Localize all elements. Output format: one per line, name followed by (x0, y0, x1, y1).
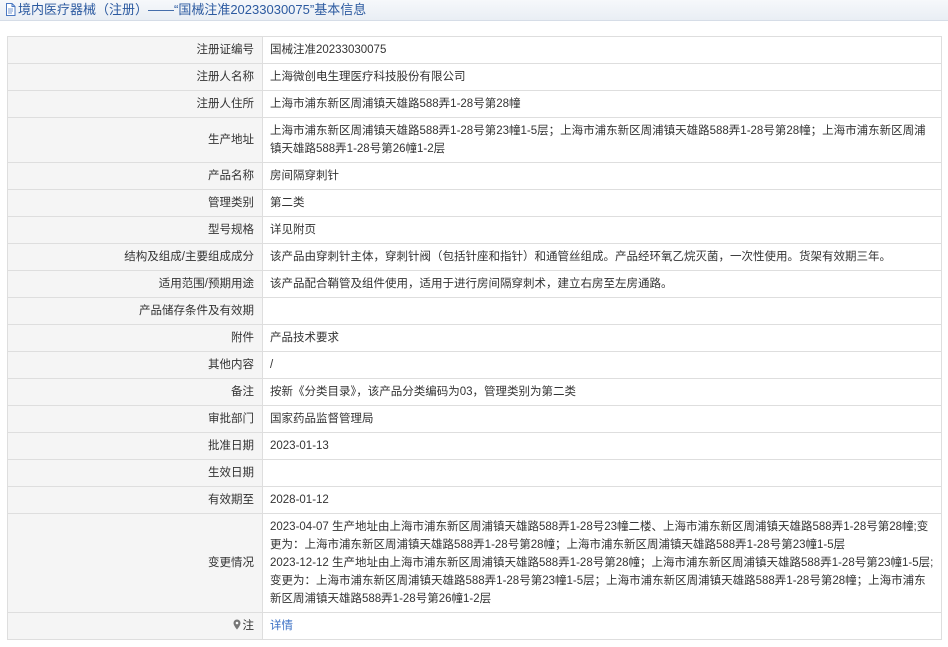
row-intended-use: 适用范围/预期用途 该产品配合鞘管及组件使用，适用于进行房间隔穿刺术，建立右房至… (7, 270, 942, 298)
storage-conditions-value (262, 297, 942, 325)
remarks-value: 按新《分类目录》，该产品分类编码为03，管理类别为第二类 (262, 378, 942, 406)
registrant-name-label: 注册人名称 (7, 63, 263, 91)
intended-use-value: 该产品配合鞘管及组件使用，适用于进行房间隔穿刺术，建立右房至左房通路。 (262, 270, 942, 298)
change-entry: 2023-04-07 生产地址由上海市浦东新区周浦镇天雄路588弄1-28号23… (270, 521, 929, 551)
valid-until-label: 有效期至 (7, 486, 263, 514)
model-spec-value: 详见附页 (262, 216, 942, 244)
production-address-label: 生产地址 (7, 117, 263, 163)
row-effective-date: 生效日期 (7, 459, 942, 487)
model-spec-label: 型号规格 (7, 216, 263, 244)
change-history-label: 变更情况 (7, 513, 263, 613)
row-attachment: 附件 产品技术要求 (7, 324, 942, 352)
note-label: 注 (7, 612, 263, 640)
change-entry: 2023-12-12 生产地址由上海市浦东新区周浦镇天雄路588弄1-28号第2… (270, 557, 934, 605)
note-value: 详情 (262, 612, 942, 640)
row-model-spec: 型号规格 详见附页 (7, 216, 942, 244)
registrant-address-value: 上海市浦东新区周浦镇天雄路588弄1-28号第28幢 (262, 90, 942, 118)
product-name-label: 产品名称 (7, 162, 263, 190)
row-storage-conditions: 产品储存条件及有效期 (7, 297, 942, 325)
intended-use-label: 适用范围/预期用途 (7, 270, 263, 298)
registration-number-label: 注册证编号 (7, 36, 263, 64)
valid-until-value: 2028-01-12 (262, 486, 942, 514)
management-category-value: 第二类 (262, 189, 942, 217)
row-other-content: 其他内容 / (7, 351, 942, 379)
effective-date-value (262, 459, 942, 487)
production-address-value: 上海市浦东新区周浦镇天雄路588弄1-28号第23幢1-5层；上海市浦东新区周浦… (262, 117, 942, 163)
approval-date-label: 批准日期 (7, 432, 263, 460)
approval-department-label: 审批部门 (7, 405, 263, 433)
row-remarks: 备注 按新《分类目录》，该产品分类编码为03，管理类别为第二类 (7, 378, 942, 406)
other-content-label: 其他内容 (7, 351, 263, 379)
management-category-label: 管理类别 (7, 189, 263, 217)
row-change-history: 变更情况 2023-04-07 生产地址由上海市浦东新区周浦镇天雄路588弄1-… (7, 513, 942, 613)
row-production-address: 生产地址 上海市浦东新区周浦镇天雄路588弄1-28号第23幢1-5层；上海市浦… (7, 117, 942, 163)
row-registrant-name: 注册人名称 上海微创电生理医疗科技股份有限公司 (7, 63, 942, 91)
product-name-value: 房间隔穿刺针 (262, 162, 942, 190)
row-approval-department: 审批部门 国家药品监督管理局 (7, 405, 942, 433)
row-valid-until: 有效期至 2028-01-12 (7, 486, 942, 514)
page-header: 境内医疗器械（注册）——“国械注准20233030075”基本信息 (0, 0, 948, 21)
structure-composition-value: 该产品由穿刺针主体，穿刺针阀（包括针座和指针）和通管丝组成。产品经环氧乙烷灭菌，… (262, 243, 942, 271)
attachment-value: 产品技术要求 (262, 324, 942, 352)
row-registrant-address: 注册人住所 上海市浦东新区周浦镇天雄路588弄1-28号第28幢 (7, 90, 942, 118)
other-content-value: / (262, 351, 942, 379)
map-pin-icon (233, 619, 241, 630)
structure-composition-label: 结构及组成/主要组成成分 (7, 243, 263, 271)
registration-info-table: 注册证编号 国械注准20233030075 注册人名称 上海微创电生理医疗科技股… (7, 36, 942, 640)
row-management-category: 管理类别 第二类 (7, 189, 942, 217)
details-link[interactable]: 详情 (270, 620, 293, 632)
storage-conditions-label: 产品储存条件及有效期 (7, 297, 263, 325)
note-label-text: 注 (242, 620, 255, 632)
registrant-address-label: 注册人住所 (7, 90, 263, 118)
approval-date-value: 2023-01-13 (262, 432, 942, 460)
change-history-value: 2023-04-07 生产地址由上海市浦东新区周浦镇天雄路588弄1-28号23… (262, 513, 942, 613)
approval-department-value: 国家药品监督管理局 (262, 405, 942, 433)
row-approval-date: 批准日期 2023-01-13 (7, 432, 942, 460)
document-icon (5, 3, 16, 16)
effective-date-label: 生效日期 (7, 459, 263, 487)
row-product-name: 产品名称 房间隔穿刺针 (7, 162, 942, 190)
row-registration-number: 注册证编号 国械注准20233030075 (7, 36, 942, 64)
remarks-label: 备注 (7, 378, 263, 406)
page-title: 境内医疗器械（注册）——“国械注准20233030075”基本信息 (18, 2, 367, 17)
attachment-label: 附件 (7, 324, 263, 352)
registrant-name-value: 上海微创电生理医疗科技股份有限公司 (262, 63, 942, 91)
registration-number-value: 国械注准20233030075 (262, 36, 942, 64)
row-structure-composition: 结构及组成/主要组成成分 该产品由穿刺针主体，穿刺针阀（包括针座和指针）和通管丝… (7, 243, 942, 271)
row-note: 注 详情 (7, 612, 942, 640)
